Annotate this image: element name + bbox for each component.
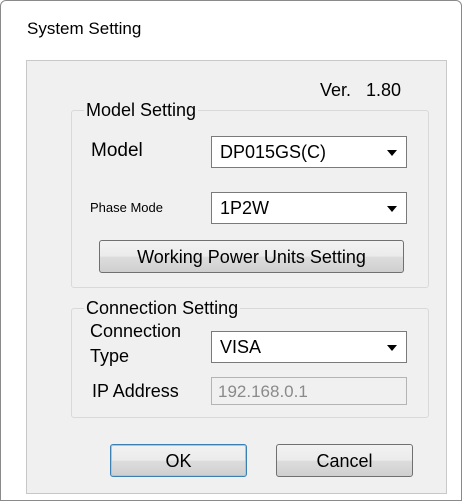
ip-address-label: IP Address [92,381,179,401]
model-setting-title: Model Setting [84,99,199,121]
chevron-down-icon [387,206,397,212]
ip-address-value: 192.168.0.1 [218,382,308,401]
model-dropdown[interactable]: DP015GS(C) [211,136,407,168]
ok-button-label: OK [165,451,192,471]
connection-type-label-line1: Connection [90,321,182,341]
ok-button[interactable]: OK [110,444,247,477]
version-label: Ver. [320,80,352,100]
cancel-button-label: Cancel [316,451,373,471]
system-setting-window: System Setting Ver. 1.80 Model Setting Mo… [0,0,462,501]
ip-address-field[interactable]: 192.168.0.1 [211,377,407,405]
chevron-down-icon [387,150,397,156]
version-value: 1.80 [366,80,402,100]
connection-type-value: VISA [220,337,262,357]
connection-setting-title: Connection Setting [84,297,241,319]
chevron-down-icon [387,345,397,351]
connection-setting-group: Connection Setting Connection Type VISA … [71,297,429,418]
model-label: Model [91,140,143,161]
phase-mode-value: 1P2W [220,198,270,218]
cancel-button[interactable]: Cancel [276,444,413,477]
model-setting-group: Model Setting Model DP015GS(C) Phase Mod… [71,99,429,288]
phase-mode-dropdown[interactable]: 1P2W [211,192,407,224]
connection-type-dropdown[interactable]: VISA [211,331,407,363]
working-power-units-button[interactable]: Working Power Units Setting [99,240,404,273]
dialog-client-area: Ver. 1.80 Model Setting Model DP015GS(C) … [26,60,447,494]
connection-type-label-line2: Type [90,346,130,366]
working-power-units-label: Working Power Units Setting [137,247,366,267]
phase-mode-label: Phase Mode [90,200,163,215]
version-info: Ver. 1.80 [320,80,401,101]
title-bar[interactable]: System Setting [1,1,461,45]
window-title: System Setting [27,19,142,38]
model-dropdown-value: DP015GS(C) [220,142,327,162]
